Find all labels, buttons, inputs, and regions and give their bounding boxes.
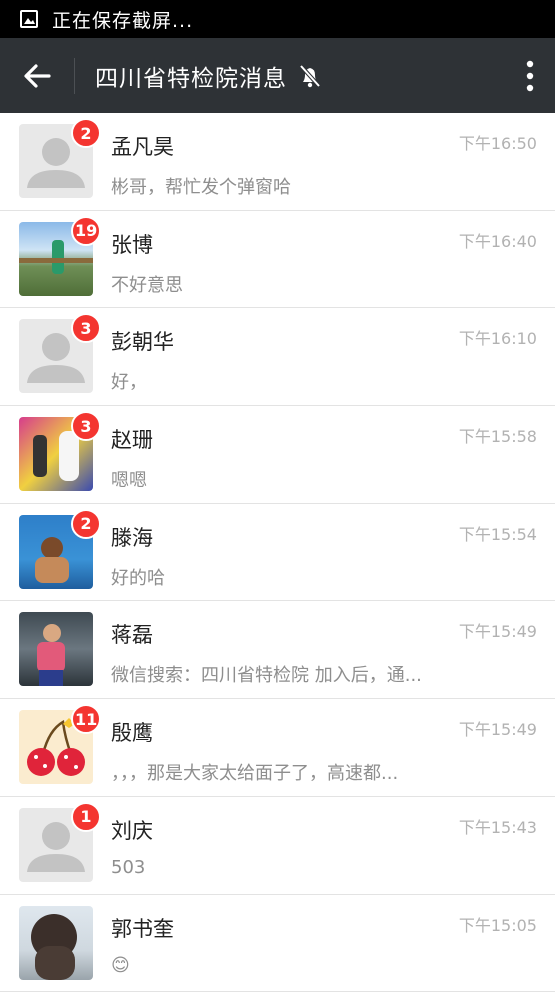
contact-name: 郭书奎 — [111, 913, 174, 943]
more-options-button[interactable] — [505, 38, 555, 113]
message-preview: 好， — [111, 368, 471, 394]
unread-badge: 2 — [71, 118, 101, 148]
contact-name: 滕海 — [111, 522, 153, 552]
message-time: 下午15:49 — [459, 716, 537, 740]
message-time: 下午16:10 — [459, 325, 537, 349]
page-title: 四川省特检院消息 — [95, 59, 287, 93]
contact-name: 殷鹰 — [111, 717, 153, 747]
message-time: 下午15:58 — [459, 423, 537, 447]
message-preview: 嗯嗯 — [111, 466, 471, 492]
message-time: 下午15:43 — [459, 814, 537, 838]
chat-row[interactable]: 1 刘庆 下午15:43 503 — [0, 797, 555, 895]
avatar-photo — [19, 906, 93, 980]
message-time: 下午15:49 — [459, 618, 537, 642]
contact-name: 孟凡昊 — [111, 131, 174, 161]
message-time: 下午16:50 — [459, 130, 537, 154]
image-icon — [20, 10, 38, 28]
chat-list: 2 孟凡昊 下午16:50 彬哥，帮忙发个弹窗哈 19 张博 下午16:40 不… — [0, 113, 555, 992]
unread-badge: 2 — [71, 509, 101, 539]
back-button[interactable] — [0, 38, 74, 113]
message-preview: 😊 — [111, 955, 471, 976]
message-time: 下午15:05 — [459, 912, 537, 936]
message-preview: 503 — [111, 857, 471, 878]
avatar-photo — [19, 612, 93, 686]
message-preview: 彬哥，帮忙发个弹窗哈 — [111, 173, 471, 199]
message-preview: ，，，那是大家太给面子了，高速都... — [111, 759, 471, 785]
unread-badge: 3 — [71, 313, 101, 343]
unread-badge: 19 — [71, 216, 101, 246]
status-bar: 正在保存截屏... — [0, 0, 555, 38]
chat-row[interactable]: 2 孟凡昊 下午16:50 彬哥，帮忙发个弹窗哈 — [0, 113, 555, 211]
contact-name: 彭朝华 — [111, 326, 174, 356]
bell-off-icon — [297, 63, 323, 89]
contact-name: 蒋磊 — [111, 619, 153, 649]
chat-row[interactable]: 3 赵珊 下午15:58 嗯嗯 — [0, 406, 555, 504]
more-vertical-icon — [526, 60, 534, 92]
contact-name: 张博 — [111, 229, 153, 259]
header-bar: 四川省特检院消息 — [0, 38, 555, 113]
chat-row[interactable]: 郭书奎 下午15:05 😊 — [0, 895, 555, 992]
header-divider — [74, 58, 75, 94]
chat-row[interactable]: 2 滕海 下午15:54 好的哈 — [0, 504, 555, 602]
message-time: 下午16:40 — [459, 228, 537, 252]
unread-badge: 11 — [71, 704, 101, 734]
unread-badge: 3 — [71, 411, 101, 441]
message-preview: 微信搜索：四川省特检院 加入后，通... — [111, 661, 471, 687]
chat-row[interactable]: 蒋磊 下午15:49 微信搜索：四川省特检院 加入后，通... — [0, 601, 555, 699]
unread-badge: 1 — [71, 802, 101, 832]
arrow-left-icon — [23, 64, 51, 88]
message-preview: 好的哈 — [111, 564, 471, 590]
chat-row[interactable]: 19 张博 下午16:40 不好意思 — [0, 211, 555, 309]
message-preview: 不好意思 — [111, 271, 471, 297]
contact-name: 刘庆 — [111, 815, 153, 845]
chat-row[interactable]: 11 殷鹰 下午15:49 ，，，那是大家太给面子了，高速都... — [0, 699, 555, 797]
status-text: 正在保存截屏... — [52, 6, 193, 33]
contact-name: 赵珊 — [111, 424, 153, 454]
message-time: 下午15:54 — [459, 521, 537, 545]
chat-row[interactable]: 3 彭朝华 下午16:10 好， — [0, 308, 555, 406]
